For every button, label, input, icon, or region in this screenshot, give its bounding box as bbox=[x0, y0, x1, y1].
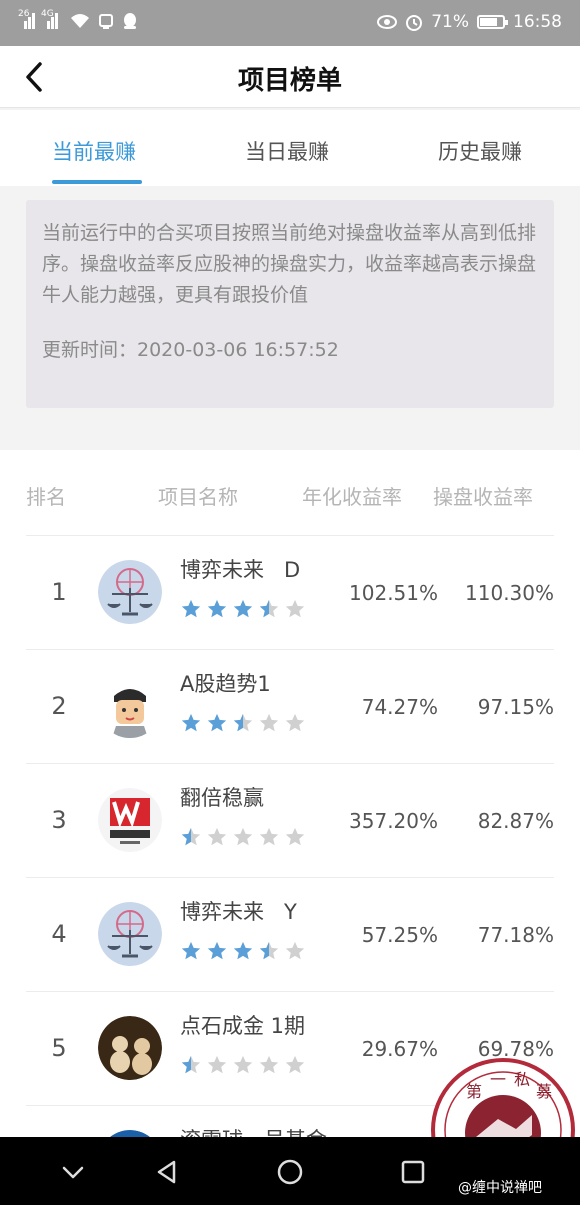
rank-number: 3 bbox=[51, 806, 67, 834]
star-icon bbox=[232, 1054, 254, 1080]
operating-return: 97.15% bbox=[477, 695, 554, 719]
star-icon bbox=[206, 940, 228, 966]
star-icon bbox=[206, 1054, 228, 1080]
operating-return: 110.30% bbox=[465, 581, 554, 605]
clock: 16:58 bbox=[513, 12, 562, 32]
status-left: 26 4G bbox=[18, 9, 138, 30]
active-tab-indicator bbox=[52, 180, 142, 184]
star-icon bbox=[180, 826, 202, 852]
annual-return: 29.67% bbox=[361, 1037, 438, 1061]
update-time: 更新时间：2020-03-06 16:57:52 bbox=[42, 339, 339, 361]
column-header-name: 项目名称 bbox=[158, 485, 238, 509]
tab-today-top[interactable]: 当日最赚 bbox=[245, 136, 329, 166]
star-icon bbox=[284, 1054, 306, 1080]
notification-icon bbox=[99, 14, 113, 29]
ranking-info-box: 当前运行中的合买项目按照当前绝对操盘收益率从高到低排序。操盘收益率反应股神的操盘… bbox=[26, 200, 554, 408]
star-icon bbox=[258, 598, 280, 624]
rating-stars bbox=[180, 1054, 306, 1080]
ranking-description: 当前运行中的合买项目按照当前绝对操盘收益率从高到低排序。操盘收益率反应股神的操盘… bbox=[42, 222, 537, 306]
star-icon bbox=[232, 940, 254, 966]
project-name: 博弈未来 D bbox=[180, 558, 301, 582]
rank-number: 5 bbox=[51, 1034, 67, 1062]
nav-back-icon[interactable] bbox=[152, 1157, 182, 1187]
star-icon bbox=[232, 826, 254, 852]
seal-char-3: 私 bbox=[514, 1070, 530, 1089]
status-bar: 26 4G 71% 16:58 bbox=[0, 0, 580, 46]
seal-char-4: 募 bbox=[536, 1082, 552, 1101]
star-icon bbox=[284, 826, 306, 852]
wifi-icon bbox=[71, 14, 89, 28]
project-avatar bbox=[98, 788, 162, 852]
rating-stars bbox=[180, 598, 306, 624]
seal-char-1: 第 bbox=[466, 1082, 482, 1101]
star-icon bbox=[258, 940, 280, 966]
column-header-annual: 年化收益率 bbox=[302, 485, 402, 509]
title-bar: 项目榜单 bbox=[0, 46, 580, 108]
column-header-operating: 操盘收益率 bbox=[433, 485, 533, 509]
project-name: 博弈未来 Y bbox=[180, 900, 297, 924]
operating-return: 77.18% bbox=[477, 923, 554, 947]
project-name: 点石成金 1期 bbox=[180, 1014, 306, 1038]
star-icon bbox=[206, 598, 228, 624]
project-avatar bbox=[98, 1016, 162, 1080]
watermark-text: @缠中说禅吧 bbox=[458, 1180, 542, 1196]
rank-number: 1 bbox=[51, 578, 67, 606]
nav-recents-icon[interactable] bbox=[398, 1157, 428, 1187]
eye-icon bbox=[377, 15, 398, 29]
rank-number: 2 bbox=[51, 692, 67, 720]
tab-bar: 当前最赚 当日最赚 历史最赚 bbox=[0, 110, 580, 186]
table-header: 排名 项目名称 年化收益率 操盘收益率 bbox=[0, 450, 580, 536]
star-icon bbox=[180, 712, 202, 738]
project-avatar bbox=[98, 902, 162, 966]
seal-char-2: 一 bbox=[490, 1070, 506, 1089]
table-row[interactable]: 1 博弈未来 D 102.51% 110.30% bbox=[0, 536, 580, 650]
collapse-down-icon[interactable] bbox=[58, 1157, 88, 1187]
table-row[interactable]: 2 A股趋势1 74.27% 97.15% bbox=[0, 650, 580, 764]
annual-return: 74.27% bbox=[361, 695, 438, 719]
star-icon bbox=[258, 826, 280, 852]
star-icon bbox=[284, 598, 306, 624]
table-row[interactable]: 4 博弈未来 Y 57.25% 77.18% bbox=[0, 878, 580, 992]
star-icon bbox=[284, 712, 306, 738]
page-title: 项目榜单 bbox=[237, 66, 342, 96]
column-header-rank: 排名 bbox=[26, 485, 66, 509]
project-name: 翻倍稳赢 bbox=[180, 786, 264, 810]
star-icon bbox=[232, 598, 254, 624]
annual-return: 57.25% bbox=[361, 923, 438, 947]
qq-icon bbox=[124, 13, 136, 29]
star-icon bbox=[284, 940, 306, 966]
rank-number: 4 bbox=[51, 920, 67, 948]
star-icon bbox=[206, 826, 228, 852]
star-icon bbox=[206, 712, 228, 738]
rating-stars bbox=[180, 826, 306, 852]
signal-4g-icon: 4G bbox=[41, 9, 62, 29]
annual-return: 357.20% bbox=[349, 809, 438, 833]
project-avatar bbox=[98, 560, 162, 624]
star-icon bbox=[180, 940, 202, 966]
star-icon bbox=[258, 712, 280, 738]
annual-return: 102.51% bbox=[349, 581, 438, 605]
signal-icon: 26 bbox=[18, 9, 39, 29]
ranking-table: 排名 项目名称 年化收益率 操盘收益率 1 博弈未来 D 102.51% 110.30… bbox=[0, 450, 580, 1194]
nav-home-icon[interactable] bbox=[275, 1157, 305, 1187]
rating-stars bbox=[180, 712, 306, 738]
star-icon bbox=[180, 1054, 202, 1080]
tab-current-top[interactable]: 当前最赚 bbox=[52, 136, 136, 166]
star-icon bbox=[180, 598, 202, 624]
project-name: A股趋势1 bbox=[180, 672, 271, 696]
tab-history-top[interactable]: 历史最赚 bbox=[438, 136, 522, 166]
operating-return: 82.87% bbox=[477, 809, 554, 833]
battery-icon bbox=[477, 15, 508, 29]
star-icon bbox=[232, 712, 254, 738]
rating-stars bbox=[180, 940, 306, 966]
star-icon bbox=[258, 1054, 280, 1080]
status-right: 71% 16:58 bbox=[377, 12, 562, 32]
table-row[interactable]: 3 翻倍稳赢 357.20% 82.87% bbox=[0, 764, 580, 878]
project-avatar bbox=[98, 674, 162, 738]
alarm-icon bbox=[406, 15, 423, 31]
battery-percent: 71% bbox=[431, 12, 469, 32]
